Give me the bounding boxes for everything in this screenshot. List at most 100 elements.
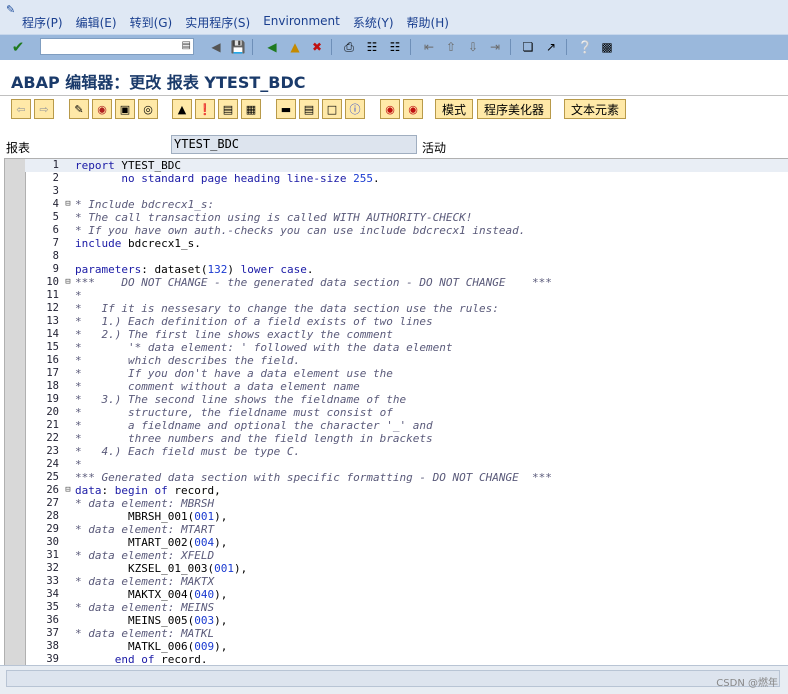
code-line[interactable]: 15 * '* data element: ' followed with the… (25, 341, 788, 354)
code-token: * data element: MATKL (75, 627, 215, 640)
fold-toggle-icon[interactable]: ⊟ (62, 198, 74, 211)
cancel-icon[interactable]: ✖ (308, 38, 326, 56)
breakpoint-icon[interactable]: ◉ (380, 99, 400, 119)
code-line[interactable]: 26 ⊟ data: begin of record, (25, 484, 788, 497)
active-inactive-icon[interactable]: ◉ (92, 99, 112, 119)
other-object-icon[interactable]: ▣ (115, 99, 135, 119)
text-elements-button[interactable]: 文本元素 (564, 99, 627, 119)
back-icon[interactable]: ◀ (263, 38, 281, 56)
menu-goto[interactable]: 转到(G) (130, 14, 173, 31)
display-object-list-icon[interactable]: ▤ (299, 99, 319, 119)
code-line[interactable]: 8 (25, 250, 788, 263)
window-menu-icon[interactable]: ✎ (6, 3, 15, 16)
fold-toggle-icon[interactable]: ⊟ (62, 276, 74, 289)
line-number: 19 (46, 393, 59, 405)
command-history-icon[interactable]: ▤ (182, 40, 191, 51)
command-input[interactable] (41, 39, 179, 55)
code-line[interactable]: 37 * data element: MATKL (25, 627, 788, 640)
activate-icon[interactable]: ▲ (172, 99, 192, 119)
code-line[interactable]: 6 * If you have own auth.-checks you can … (25, 224, 788, 237)
code-line[interactable]: 35 * data element: MEINS (25, 601, 788, 614)
menu-utilities[interactable]: 实用程序(S) (185, 14, 250, 31)
code-line[interactable]: 30 MTART_002(004), (25, 536, 788, 549)
pretty-printer-button[interactable]: 程序美化器 (477, 99, 552, 119)
where-used-icon[interactable]: ▤ (218, 99, 238, 119)
prev-page-icon[interactable]: ⇧ (442, 38, 460, 56)
code-token: 004 (194, 536, 215, 549)
fold-toggle-icon[interactable]: ⊟ (62, 484, 74, 497)
save-icon[interactable]: 💾 (229, 38, 247, 56)
code-line[interactable]: 12 * If it is nessesary to change the dat… (25, 302, 788, 315)
code-line[interactable]: 14 * 2.) The first line shows exactly the… (25, 328, 788, 341)
print-icon[interactable]: ⎙ (340, 38, 358, 56)
find-next-icon[interactable]: ☷ (386, 38, 404, 56)
object-list-icon[interactable]: ▦ (241, 99, 261, 119)
code-line[interactable]: 28 MBRSH_001(001), (25, 510, 788, 523)
code-line[interactable]: 2 no standard page heading line-size 255… (25, 172, 788, 185)
back-arrow-icon[interactable]: ⇦ (11, 99, 31, 119)
first-page-icon[interactable]: ⇤ (420, 38, 438, 56)
code-line[interactable]: 36 MEINS_005(003), (25, 614, 788, 627)
pattern-button[interactable]: 模式 (435, 99, 474, 119)
next-page-icon[interactable]: ⇩ (464, 38, 482, 56)
code-line[interactable]: 29 * data element: MTART (25, 523, 788, 536)
layout-icon[interactable]: ▩ (598, 38, 616, 56)
help-icon[interactable]: ❔ (576, 38, 594, 56)
menu-edit[interactable]: 编辑(E) (76, 14, 117, 31)
code-line[interactable]: 33 * data element: MAKTX (25, 575, 788, 588)
toolbar-divider (566, 39, 567, 55)
code-token: ), (214, 510, 228, 523)
line-number: 27 (46, 497, 59, 509)
code-line[interactable]: 19 * 3.) The second line shows the fieldn… (25, 393, 788, 406)
code-editor[interactable]: 1 report YTEST_BDC 2 no standard page head… (4, 158, 788, 666)
code-line[interactable]: 16 * which describes the field. (25, 354, 788, 367)
code-token: * 2.) The first line shows exactly the c… (75, 328, 393, 341)
code-line[interactable]: 5 * The call transaction using is called … (25, 211, 788, 224)
code-line[interactable]: 3 (25, 185, 788, 198)
new-session-icon[interactable]: ❏ (519, 38, 537, 56)
enter-icon[interactable]: ✔ (9, 38, 27, 56)
code-line[interactable]: 18 * comment without a data element name (25, 380, 788, 393)
check-icon[interactable]: ◎ (138, 99, 158, 119)
hierarchy-icon[interactable]: □ (322, 99, 342, 119)
code-line[interactable]: 31 * data element: XFELD (25, 549, 788, 562)
code-line[interactable]: 24 * (25, 458, 788, 471)
code-token: parameters (75, 263, 142, 276)
navigation-window-icon[interactable]: ▬ (276, 99, 296, 119)
arrow-left-icon[interactable]: ◀ (207, 38, 225, 56)
code-line[interactable]: 4 ⊟ * Include bdcrecx1_s: (25, 198, 788, 211)
menu-program[interactable]: 程序(P) (22, 14, 63, 31)
code-line[interactable]: 1 report YTEST_BDC (25, 159, 788, 172)
forward-arrow-icon[interactable]: ⇨ (34, 99, 54, 119)
code-line[interactable]: 17 * If you don't have a data element use… (25, 367, 788, 380)
code-token: ), (233, 562, 248, 575)
code-line[interactable]: 7 include bdcrecx1_s. (25, 237, 788, 250)
shortcut-icon[interactable]: ↗ (542, 38, 560, 56)
code-line[interactable]: 21 * a fieldname and optional the charact… (25, 419, 788, 432)
menu-help[interactable]: 帮助(H) (407, 14, 449, 31)
code-line[interactable]: 10 ⊟ *** DO NOT CHANGE - the generated dat… (25, 276, 788, 289)
code-line[interactable]: 11 * (25, 289, 788, 302)
session-breakpoint-icon[interactable]: ◉ (403, 99, 423, 119)
code-line[interactable]: 9 parameters: dataset(132) lower case. (25, 263, 788, 276)
code-line[interactable]: 22 * three numbers and the field length i… (25, 432, 788, 445)
code-line[interactable]: 20 * structure, the fieldname must consis… (25, 406, 788, 419)
command-field[interactable]: ▤ (40, 38, 194, 55)
exit-icon[interactable]: ▲ (286, 38, 304, 56)
menu-environment[interactable]: Environment (263, 14, 340, 31)
code-line[interactable]: 25 *** Generated data section with specif… (25, 471, 788, 484)
code-token: 040 (194, 588, 215, 601)
last-page-icon[interactable]: ⇥ (486, 38, 504, 56)
code-line[interactable]: 23 * 4.) Each field must be type C. (25, 445, 788, 458)
test-icon[interactable]: ❗ (195, 99, 215, 119)
display-change-icon[interactable]: ✎ (69, 99, 89, 119)
line-code: * Include bdcrecx1_s: (75, 198, 214, 211)
code-line[interactable]: 32 KZSEL_01_003(001), (25, 562, 788, 575)
code-line[interactable]: 27 * data element: MBRSH (25, 497, 788, 510)
find-icon[interactable]: ☷ (363, 38, 381, 56)
code-line[interactable]: 38 MATKL_006(009), (25, 640, 788, 653)
code-line[interactable]: 13 * 1.) Each definition of a field exist… (25, 315, 788, 328)
code-line[interactable]: 34 MAKTX_004(040), (25, 588, 788, 601)
info-icon[interactable]: ⓘ (345, 99, 365, 119)
menu-system[interactable]: 系统(Y) (353, 14, 394, 31)
